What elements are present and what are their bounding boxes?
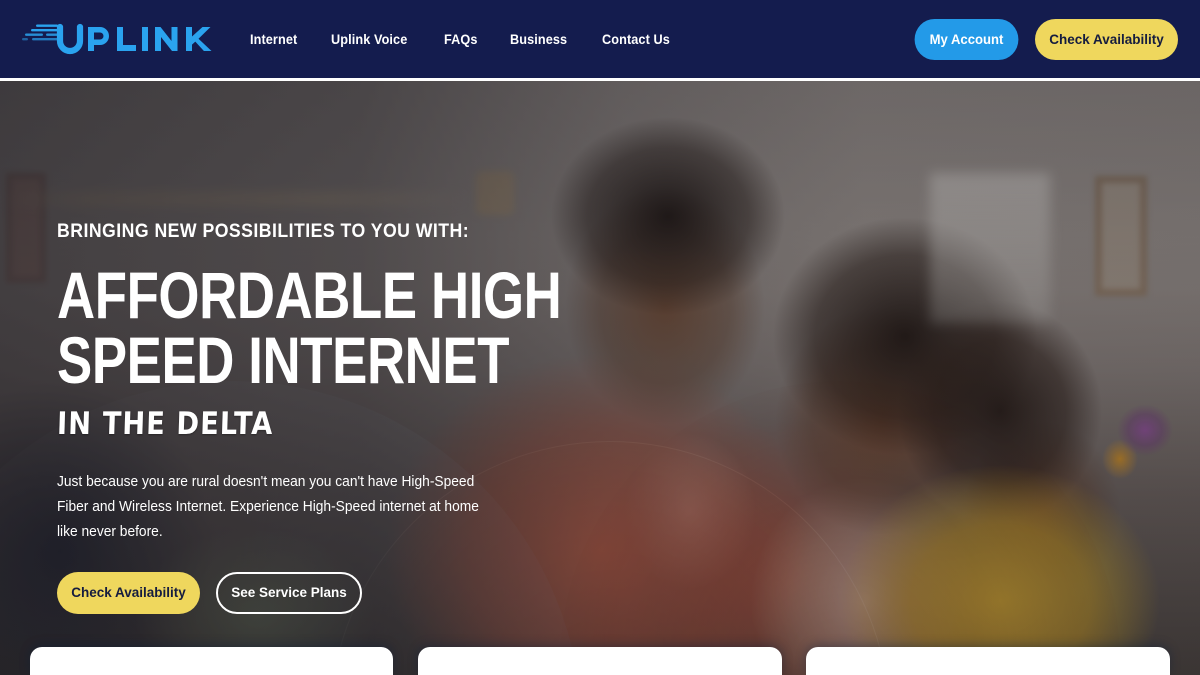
page-root: Internet Uplink Voice FAQs Business Cont… — [0, 0, 1200, 675]
background-shelf — [0, 191, 470, 207]
hero-headline: AFFORDABLE HIGH SPEED INTERNET — [57, 262, 562, 398]
hero-eyebrow: BRINGING NEW POSSIBILITIES TO YOU WITH: — [57, 221, 470, 242]
nav-item-internet[interactable]: Internet — [250, 32, 297, 47]
hero-headline-line-1: AFFORDABLE HIGH — [57, 258, 562, 332]
hero-subheadline: IN THE DELTA — [56, 405, 275, 442]
background-picture-frame-right — [1095, 176, 1147, 296]
feature-card-1[interactable] — [30, 647, 393, 675]
main-navigation: Internet Uplink Voice FAQs Business Cont… — [250, 32, 674, 47]
uplink-logo-icon — [22, 23, 212, 55]
header-actions: My Account Check Availability — [913, 0, 1178, 78]
hero-check-availability-button[interactable]: Check Availability — [57, 571, 200, 614]
my-account-button[interactable]: My Account — [914, 18, 1019, 60]
hero-copy: BRINGING NEW POSSIBILITIES TO YOU WITH: … — [56, 221, 577, 614]
see-service-plans-button[interactable]: See Service Plans — [216, 571, 362, 614]
uplink-logo[interactable] — [22, 15, 222, 63]
nav-item-faqs[interactable]: FAQs — [444, 32, 478, 47]
header-divider — [0, 78, 1200, 81]
background-picture-frame-left — [6, 173, 46, 283]
hero-cta-group: Check Availability See Service Plans — [57, 571, 577, 614]
feature-card-3[interactable] — [806, 647, 1170, 675]
background-jar — [476, 171, 514, 215]
site-header: Internet Uplink Voice FAQs Business Cont… — [0, 0, 1200, 78]
nav-item-business[interactable]: Business — [510, 32, 567, 47]
feature-cards-row — [0, 647, 1200, 675]
hero-section: BRINGING NEW POSSIBILITIES TO YOU WITH: … — [0, 81, 1200, 675]
header-check-availability-button[interactable]: Check Availability — [1035, 18, 1178, 60]
hero-paragraph: Just because you are rural doesn't mean … — [57, 473, 479, 541]
background-window — [930, 173, 1050, 323]
nav-item-uplink-voice[interactable]: Uplink Voice — [331, 32, 407, 47]
hero-headline-line-2: SPEED INTERNET — [57, 323, 510, 398]
nav-item-contact-us[interactable]: Contact Us — [602, 32, 670, 47]
feature-card-2[interactable] — [418, 647, 782, 675]
